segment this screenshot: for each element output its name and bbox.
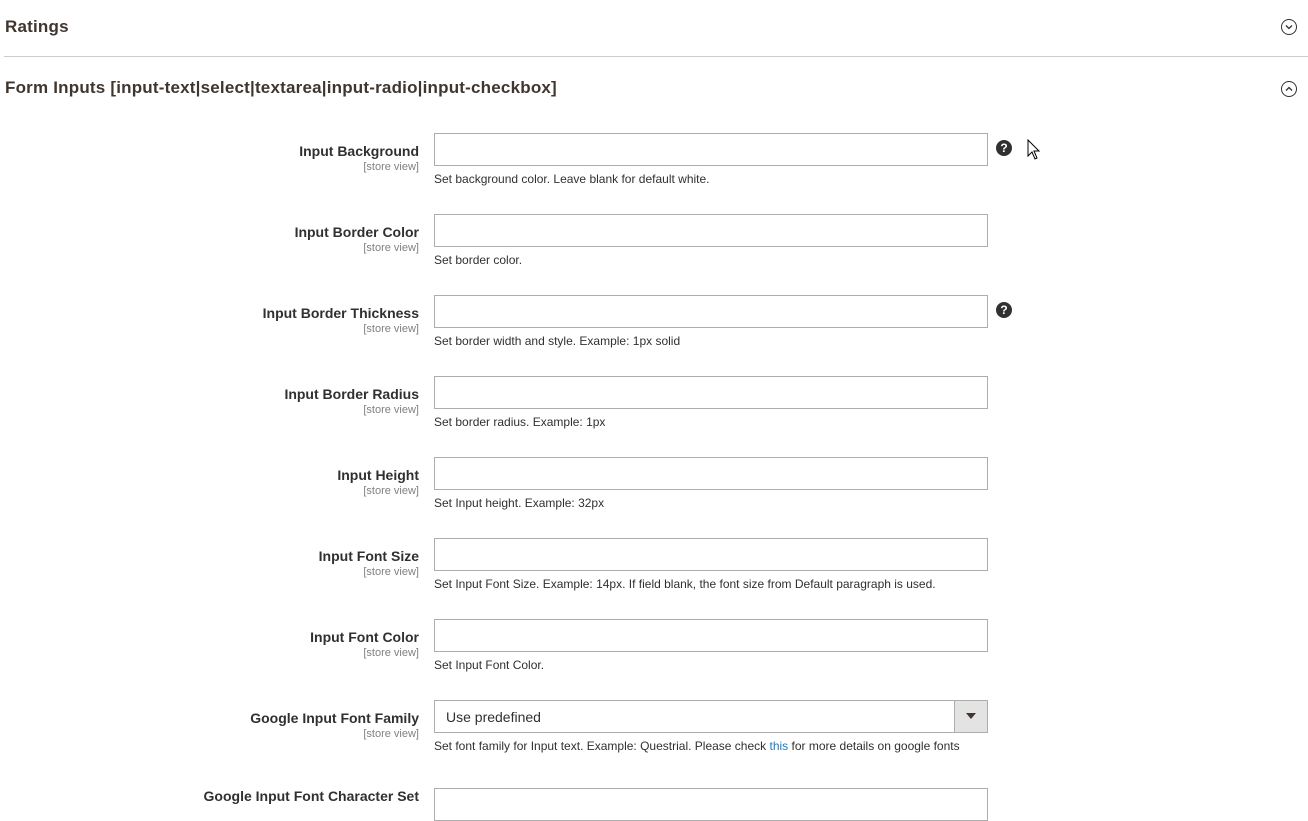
mouse-cursor-icon — [1027, 139, 1041, 160]
field-scope: [store view] — [363, 566, 419, 578]
input-background-field[interactable] — [434, 133, 988, 166]
note-text: Set font family for Input text. Example:… — [434, 739, 770, 753]
section-ratings-title: Ratings — [5, 17, 69, 36]
field-note: Set Input height. Example: 32px — [434, 496, 605, 510]
field-note: Set border width and style. Example: 1px… — [434, 334, 681, 348]
field-note: Set font family for Input text. Example:… — [434, 739, 960, 753]
help-icon[interactable]: ? — [996, 302, 1012, 318]
input-border-radius-field[interactable] — [434, 376, 988, 409]
field-label: Input Font Color — [310, 629, 419, 645]
help-icon[interactable]: ? — [996, 140, 1012, 156]
field-label: Input Border Radius — [284, 386, 419, 402]
field-label: Input Height — [337, 467, 419, 483]
field-label: Google Input Font Family — [250, 710, 419, 726]
field-label: Input Font Size — [318, 548, 419, 564]
google-input-font-family-select[interactable]: Use predefined — [434, 700, 988, 733]
field-label: Google Input Font Character Set — [203, 788, 419, 804]
input-border-color-field[interactable] — [434, 214, 988, 247]
field-note: Set Input Font Size. Example: 14px. If f… — [434, 577, 936, 591]
chevron-down-icon[interactable] — [1281, 19, 1297, 35]
note-text-after: for more details on google fonts — [788, 739, 960, 753]
field-scope: [store view] — [363, 404, 419, 416]
input-height-field[interactable] — [434, 457, 988, 490]
section-form-inputs-header[interactable]: Form Inputs [input-text|select|textarea|… — [0, 57, 1308, 117]
field-note: Set Input Font Color. — [434, 658, 545, 672]
select-value: Use predefined — [446, 709, 541, 725]
field-scope: [store view] — [363, 485, 419, 497]
field-note: Set border color. — [434, 253, 523, 267]
field-label: Input Border Color — [294, 224, 419, 240]
input-border-thickness-field[interactable] — [434, 295, 988, 328]
section-ratings-header[interactable]: Ratings — [0, 0, 1308, 56]
input-font-size-field[interactable] — [434, 538, 988, 571]
field-label: Input Border Thickness — [262, 305, 419, 321]
google-fonts-link[interactable]: this — [769, 739, 788, 753]
google-input-font-character-set-select[interactable] — [434, 788, 988, 821]
field-scope: [store view] — [363, 161, 419, 173]
field-scope: [store view] — [363, 647, 419, 659]
field-note: Set background color. Leave blank for de… — [434, 172, 710, 186]
field-scope: [store view] — [363, 728, 419, 740]
input-font-color-field[interactable] — [434, 619, 988, 652]
chevron-up-icon[interactable] — [1281, 81, 1297, 97]
field-note: Set border radius. Example: 1px — [434, 415, 606, 429]
section-form-inputs-title: Form Inputs [input-text|select|textarea|… — [5, 78, 557, 97]
field-scope: [store view] — [363, 242, 419, 254]
caret-down-icon — [966, 713, 976, 719]
field-scope: [store view] — [363, 323, 419, 335]
field-label: Input Background — [299, 143, 419, 159]
select-toggle[interactable] — [954, 701, 987, 732]
